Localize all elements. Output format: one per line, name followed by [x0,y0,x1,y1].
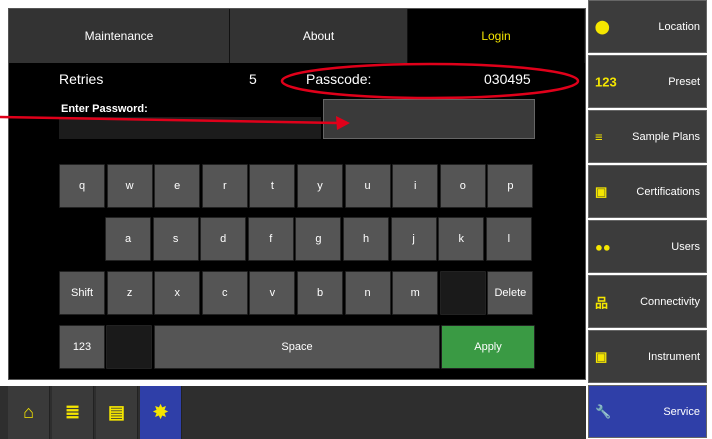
sidebar-item-location[interactable]: ⬤ Location [588,0,707,53]
sidebar-item-sample-plans[interactable]: ≡ Sample Plans [588,110,707,163]
network-icon: 品 [595,295,609,310]
key-m[interactable]: m [392,271,439,315]
key-h[interactable]: h [343,217,389,261]
key-shift[interactable]: Shift [59,271,105,315]
numbers-icon: 123 [595,74,617,89]
key-delete[interactable]: Delete [487,271,534,315]
gear-button[interactable]: ✸ [140,386,182,439]
key-g[interactable]: g [295,217,342,261]
sidebar-item-service[interactable]: 🔧 Service [588,385,707,438]
gear-icon: ✸ [152,402,169,422]
list-arrow-icon: ≡ [595,129,603,144]
key-blank[interactable] [439,271,486,315]
key-o[interactable]: o [439,164,486,208]
sidebar-item-instrument[interactable]: ▣ Instrument [588,330,707,383]
key-b[interactable]: b [297,271,343,315]
wrench-icon: 🔧 [595,403,612,419]
key-p[interactable]: p [487,164,534,208]
list-button[interactable]: ≣ [52,386,94,439]
key-f[interactable]: f [247,217,294,261]
location-pin-icon: ⬤ [595,18,610,34]
key-z[interactable]: z [106,271,153,315]
annotation-arrow-line [0,115,339,125]
key-j[interactable]: j [390,217,437,261]
sidebar-item-label: Location [658,20,700,33]
sidebar-item-label: Users [671,240,700,253]
key-d[interactable]: d [200,217,247,261]
sidebar-item-preset[interactable]: 123 Preset [588,55,707,108]
sidebar-item-label: Sample Plans [632,130,700,143]
key-u[interactable]: u [344,164,391,208]
sidebar-item-connectivity[interactable]: 品 Connectivity [588,275,707,328]
sidebar-item-label: Instrument [648,350,700,363]
instrument-icon: ▣ [595,348,608,364]
annotation-arrowhead [336,116,350,130]
sidebar-item-label: Service [663,405,700,418]
document-icon: ▤ [107,402,125,422]
passcode-highlight-ellipse [280,62,580,100]
sidebar-item-label: Connectivity [640,295,700,308]
key-n[interactable]: n [344,271,391,315]
key-x[interactable]: x [154,271,201,315]
key-blank[interactable] [106,325,152,369]
key-y[interactable]: y [297,164,343,208]
sidebar-item-certifications[interactable]: ▣ Certifications [588,165,707,218]
sidebar-item-users[interactable]: ●● Users [588,220,707,273]
key-space[interactable]: Space [154,325,440,369]
users-icon: ●● [595,239,611,254]
key-w[interactable]: w [106,164,153,208]
key-e[interactable]: e [154,164,201,208]
key-t[interactable]: t [249,164,296,208]
key-k[interactable]: k [438,217,485,261]
document-button[interactable]: ▤ [96,386,138,439]
home-icon: ⌂ [23,402,34,422]
key-i[interactable]: i [392,164,439,208]
sidebar-item-label: Certifications [636,185,700,198]
annotation-overlay [0,62,580,130]
key-q[interactable]: q [59,164,105,208]
certificate-icon: ▣ [595,183,608,199]
apply-button[interactable]: Apply [441,325,535,369]
key-l[interactable]: l [485,217,532,261]
key-c[interactable]: c [201,271,248,315]
key-v[interactable]: v [249,271,296,315]
home-button[interactable]: ⌂ [8,386,50,439]
key-123[interactable]: 123 [59,325,105,369]
list-icon: ≣ [64,402,81,422]
key-r[interactable]: r [201,164,248,208]
sidebar-item-label: Preset [668,75,700,88]
key-a[interactable]: a [105,217,151,261]
key-s[interactable]: s [152,217,199,261]
